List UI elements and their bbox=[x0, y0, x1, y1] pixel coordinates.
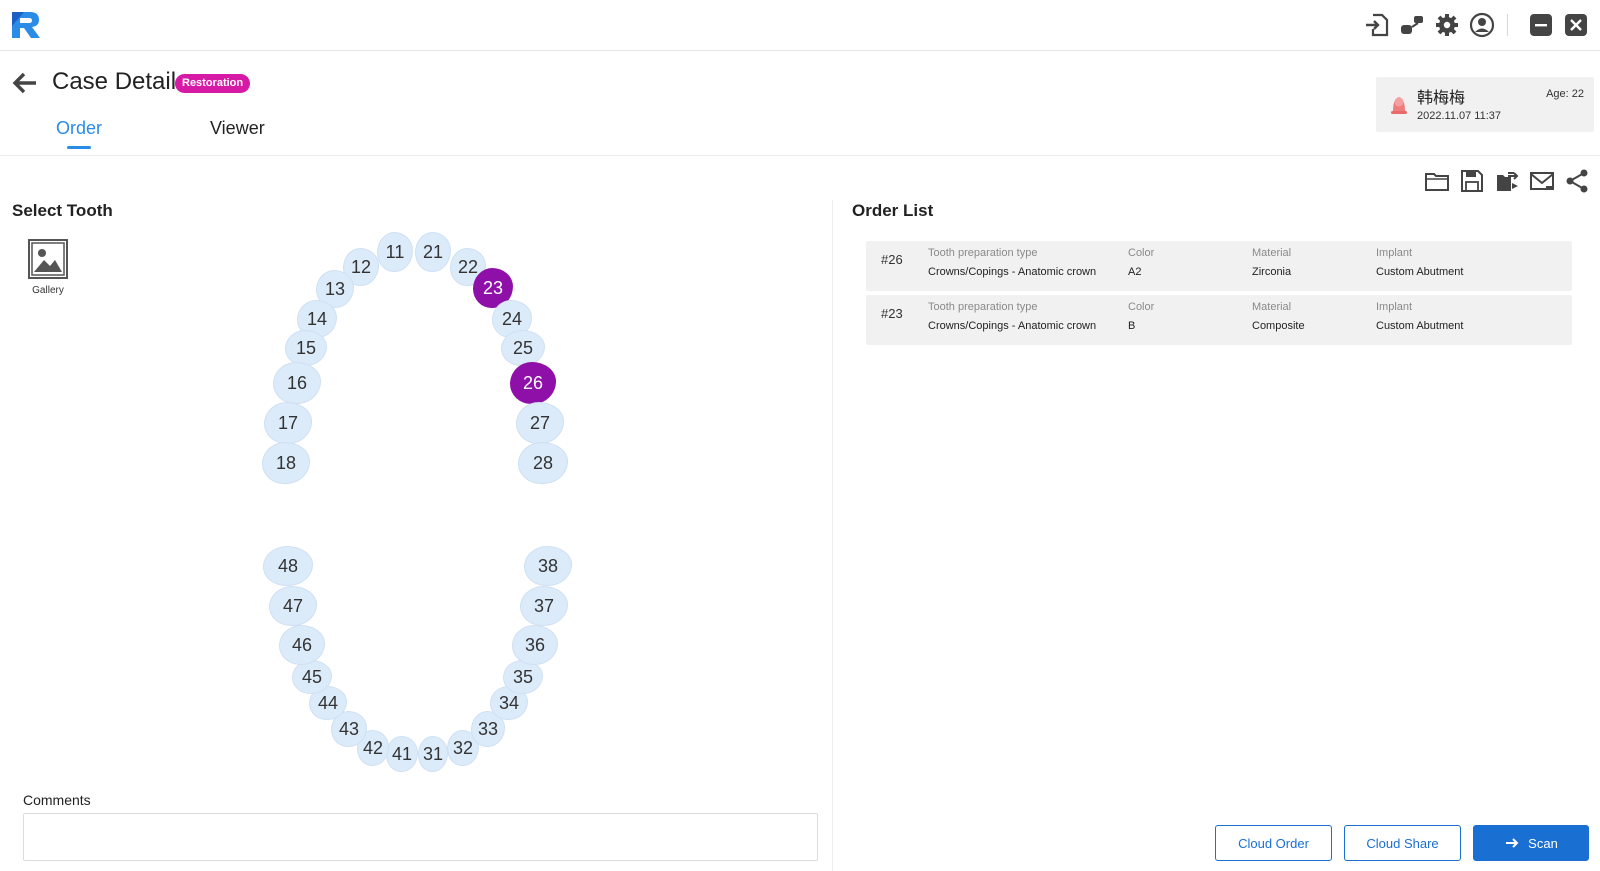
tooth-36[interactable]: 36 bbox=[512, 625, 558, 665]
tooth-number: 37 bbox=[533, 595, 555, 616]
order-tooth-number: #26 bbox=[881, 252, 903, 267]
tooth-31[interactable]: 31 bbox=[418, 736, 448, 772]
tooth-46[interactable]: 46 bbox=[279, 625, 325, 665]
tooth-number: 31 bbox=[422, 743, 444, 764]
tooth-number: 14 bbox=[306, 308, 328, 329]
patient-datetime: 2022.11.07 11:37 bbox=[1417, 110, 1502, 122]
save-icon[interactable] bbox=[1459, 168, 1485, 194]
tooth-number: 18 bbox=[275, 452, 297, 473]
tooth-37[interactable]: 37 bbox=[520, 586, 568, 626]
tooth-number: 41 bbox=[391, 743, 413, 764]
tooth-17[interactable]: 17 bbox=[264, 402, 312, 444]
tooth-11[interactable]: 11 bbox=[377, 232, 413, 272]
tooth-number: 47 bbox=[282, 595, 304, 616]
tooth-number: 48 bbox=[277, 555, 299, 576]
order-material: Zirconia bbox=[1252, 266, 1292, 278]
column-label-prep-type: Tooth preparation type bbox=[928, 301, 1038, 313]
tooth-number: 26 bbox=[522, 372, 544, 393]
tooth-number: 33 bbox=[477, 718, 499, 739]
tooth-number: 25 bbox=[512, 337, 534, 358]
patient-name: 韩梅梅 bbox=[1417, 90, 1466, 107]
tooth-number: 34 bbox=[498, 692, 520, 713]
tooth-35[interactable]: 35 bbox=[503, 660, 543, 694]
tooth-28[interactable]: 28 bbox=[518, 442, 568, 484]
tooth-16[interactable]: 16 bbox=[273, 362, 321, 404]
arrow-right-icon bbox=[1506, 838, 1519, 848]
tooth-number: 12 bbox=[350, 256, 372, 277]
tooth-41[interactable]: 41 bbox=[386, 736, 418, 772]
order-list-title: Order List bbox=[852, 201, 934, 220]
scan-button[interactable]: Scan bbox=[1473, 825, 1589, 861]
tooth-number: 23 bbox=[482, 277, 504, 298]
tooth-number: 36 bbox=[524, 634, 546, 655]
column-label-color: Color bbox=[1128, 301, 1155, 313]
tooth-18[interactable]: 18 bbox=[262, 442, 310, 484]
export-icon[interactable] bbox=[1494, 168, 1520, 194]
order-tooth-number: #23 bbox=[881, 306, 903, 321]
tooth-number: 17 bbox=[277, 412, 299, 433]
toolbar-separator bbox=[1507, 14, 1508, 36]
comments-input[interactable] bbox=[23, 813, 818, 861]
column-label-material: Material bbox=[1252, 247, 1292, 259]
user-icon[interactable] bbox=[1467, 10, 1497, 40]
patient-avatar-icon bbox=[1391, 97, 1407, 114]
tooth-number: 38 bbox=[537, 555, 559, 576]
close-icon[interactable] bbox=[1561, 10, 1591, 40]
tooth-number: 43 bbox=[338, 718, 360, 739]
tooth-number: 45 bbox=[301, 666, 323, 687]
order-prep-type: Crowns/Copings - Anatomic crown bbox=[928, 320, 1097, 332]
tooth-chart: 11 12 13 14 15 16 17 18 21 22 23 24 25 2… bbox=[0, 0, 832, 871]
tooth-47[interactable]: 47 bbox=[269, 586, 317, 626]
tooth-number: 27 bbox=[529, 412, 551, 433]
tooth-number: 24 bbox=[501, 308, 523, 329]
tooth-number: 11 bbox=[385, 241, 405, 262]
cloud-share-button[interactable]: Cloud Share bbox=[1344, 825, 1461, 861]
patient-card[interactable]: 韩梅梅 2022.11.07 11:37 Age: 22 bbox=[1376, 77, 1594, 132]
tooth-25[interactable]: 25 bbox=[501, 330, 545, 366]
scan-button-label: Scan bbox=[1528, 835, 1558, 851]
settings-icon[interactable] bbox=[1432, 10, 1462, 40]
share-icon[interactable] bbox=[1564, 168, 1590, 194]
tooth-48[interactable]: 48 bbox=[263, 546, 313, 586]
tooth-15[interactable]: 15 bbox=[285, 330, 327, 366]
tooth-number: 35 bbox=[512, 666, 534, 687]
comments-label: Comments bbox=[23, 792, 91, 808]
order-material: Composite bbox=[1252, 320, 1305, 332]
folder-icon[interactable] bbox=[1424, 168, 1450, 194]
patient-age: Age: 22 bbox=[1546, 88, 1584, 100]
tooth-number: 15 bbox=[295, 337, 317, 358]
cloud-order-button[interactable]: Cloud Order bbox=[1215, 825, 1332, 861]
tooth-number: 42 bbox=[362, 737, 384, 758]
tooth-number: 44 bbox=[317, 692, 339, 713]
tooth-number: 13 bbox=[324, 278, 346, 299]
tooth-number: 22 bbox=[457, 256, 479, 277]
column-label-prep-type: Tooth preparation type bbox=[928, 247, 1038, 259]
column-label-implant: Implant bbox=[1376, 301, 1413, 313]
connect-icon[interactable] bbox=[1397, 10, 1427, 40]
order-color: A2 bbox=[1128, 266, 1142, 278]
import-icon[interactable] bbox=[1362, 10, 1392, 40]
order-row[interactable]: #26 Tooth preparation type Crowns/Coping… bbox=[866, 241, 1572, 291]
column-label-material: Material bbox=[1252, 301, 1292, 313]
tooth-number: 46 bbox=[291, 634, 313, 655]
column-label-implant: Implant bbox=[1376, 247, 1413, 259]
minimize-icon[interactable] bbox=[1526, 10, 1556, 40]
tooth-26[interactable]: 26 bbox=[510, 362, 556, 404]
panel-divider bbox=[832, 200, 833, 871]
tooth-number: 16 bbox=[286, 372, 308, 393]
tooth-38[interactable]: 38 bbox=[524, 546, 572, 586]
tooth-27[interactable]: 27 bbox=[516, 402, 564, 444]
tooth-number: 21 bbox=[422, 241, 444, 262]
mail-icon[interactable] bbox=[1529, 168, 1555, 194]
order-implant: Custom Abutment bbox=[1376, 320, 1464, 332]
order-prep-type: Crowns/Copings - Anatomic crown bbox=[928, 266, 1097, 278]
order-color: B bbox=[1128, 320, 1136, 332]
tooth-21[interactable]: 21 bbox=[415, 232, 451, 272]
tooth-number: 32 bbox=[452, 737, 474, 758]
tooth-number: 28 bbox=[532, 452, 554, 473]
order-row[interactable]: #23 Tooth preparation type Crowns/Coping… bbox=[866, 295, 1572, 345]
column-label-color: Color bbox=[1128, 247, 1155, 259]
order-implant: Custom Abutment bbox=[1376, 266, 1464, 278]
